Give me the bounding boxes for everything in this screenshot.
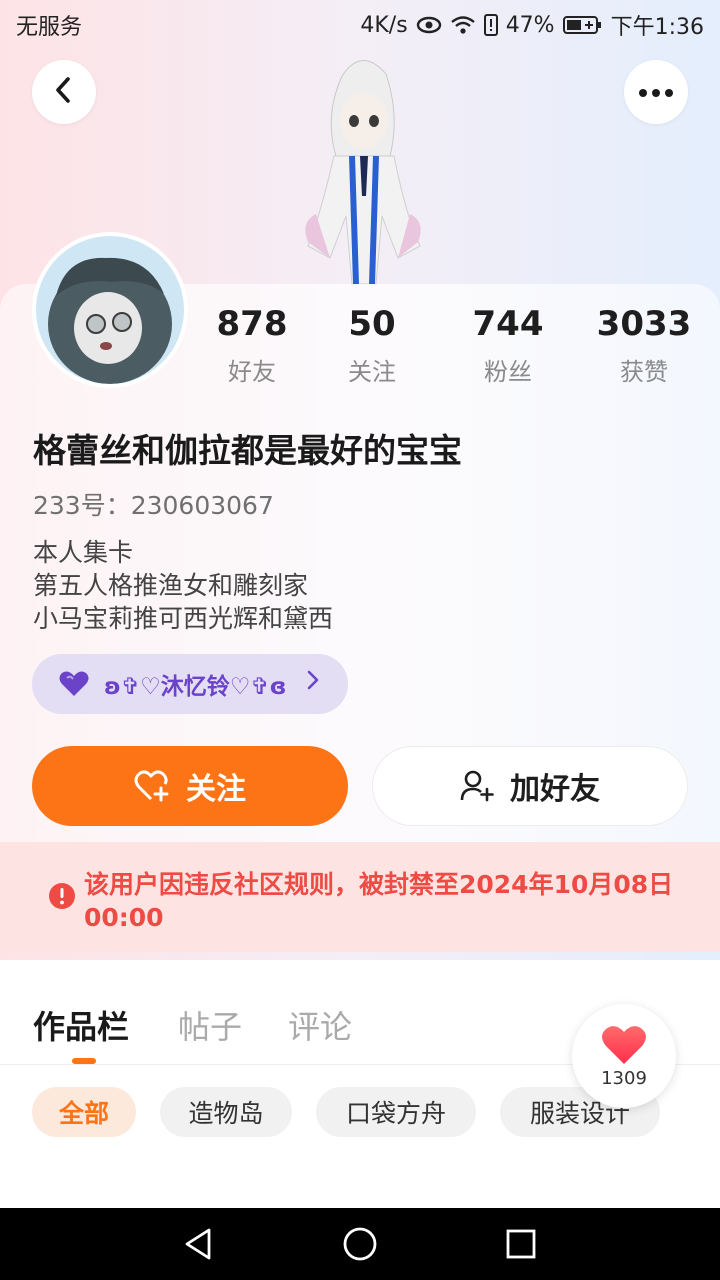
guild-name: ʚ✞♡沐忆铃♡✞ɞ (104, 674, 287, 700)
add-user-icon (460, 770, 494, 802)
like-count: 1309 (601, 1067, 647, 1089)
more-dots-icon (638, 83, 674, 102)
filter-creation-island[interactable]: 造物岛 (160, 1087, 292, 1137)
avatar-character-figure (290, 46, 435, 286)
add-friend-label: 加好友 (510, 772, 600, 807)
stat-fans[interactable]: 744 粉丝 (448, 304, 568, 387)
avatar[interactable] (32, 232, 188, 388)
system-nav-bar (0, 1208, 720, 1280)
stat-value: 3033 (596, 304, 692, 344)
stat-value: 50 (348, 304, 396, 344)
stat-likes[interactable]: 3033 获赞 (584, 304, 704, 387)
eye-icon (416, 16, 442, 34)
filter-pocket-ark[interactable]: 口袋方舟 (316, 1087, 476, 1137)
stat-value: 744 (472, 304, 544, 344)
bio-line: 第五人格推渔女和雕刻家 (33, 571, 309, 600)
follow-label: 关注 (186, 772, 246, 807)
battery-percent: 47% (505, 12, 555, 38)
heart-icon (58, 670, 90, 698)
alert-icon (483, 14, 498, 36)
wifi-icon (450, 15, 476, 35)
network-speed: 4K/s (360, 12, 408, 38)
like-float-button[interactable]: 1309 (572, 1004, 676, 1108)
username: 格蕾丝和伽拉都是最好的宝宝 (33, 431, 462, 470)
back-button[interactable] (32, 60, 96, 124)
carrier-label: 无服务 (16, 15, 83, 40)
status-bar: 无服务 4K/s 47% 下午1:36 (0, 0, 720, 50)
tab-works[interactable]: 作品栏 (33, 1002, 129, 1048)
heart-plus-icon (134, 770, 170, 802)
ban-notice-text: 该用户因违反社区规则，被封禁至2024年10月08日 00:00 (84, 870, 674, 932)
heart-icon (600, 1024, 648, 1066)
warning-icon (48, 882, 76, 914)
stat-label: 粉丝 (484, 358, 532, 386)
stat-following[interactable]: 50 关注 (312, 304, 432, 387)
stat-label: 好友 (228, 358, 276, 386)
guild-chip[interactable]: ʚ✞♡沐忆铃♡✞ɞ (32, 654, 348, 714)
nav-back-icon[interactable] (183, 1227, 215, 1261)
bio: 本人集卡 第五人格推渔女和雕刻家 小马宝莉推可西光辉和黛西 (33, 536, 333, 635)
chevron-right-icon (306, 668, 320, 698)
bio-line: 本人集卡 (33, 538, 134, 567)
follow-button[interactable]: 关注 (32, 746, 348, 826)
more-button[interactable] (624, 60, 688, 124)
nav-home-icon[interactable] (342, 1226, 378, 1262)
stat-value: 878 (216, 304, 288, 344)
tab-comments[interactable]: 评论 (288, 1002, 352, 1048)
tab-posts[interactable]: 帖子 (178, 1002, 242, 1048)
add-friend-button[interactable]: 加好友 (372, 746, 688, 826)
stat-label: 关注 (348, 358, 396, 386)
filter-all[interactable]: 全部 (32, 1087, 136, 1137)
clock: 下午1:36 (610, 15, 704, 40)
nav-recents-icon[interactable] (505, 1228, 537, 1260)
chevron-left-icon (52, 76, 76, 108)
stat-label: 获赞 (620, 358, 668, 386)
user-id: 233号：230603067 (33, 491, 274, 520)
bio-line: 小马宝莉推可西光辉和黛西 (33, 604, 334, 633)
stat-friends[interactable]: 878 好友 (192, 304, 312, 387)
battery-icon (562, 15, 603, 35)
